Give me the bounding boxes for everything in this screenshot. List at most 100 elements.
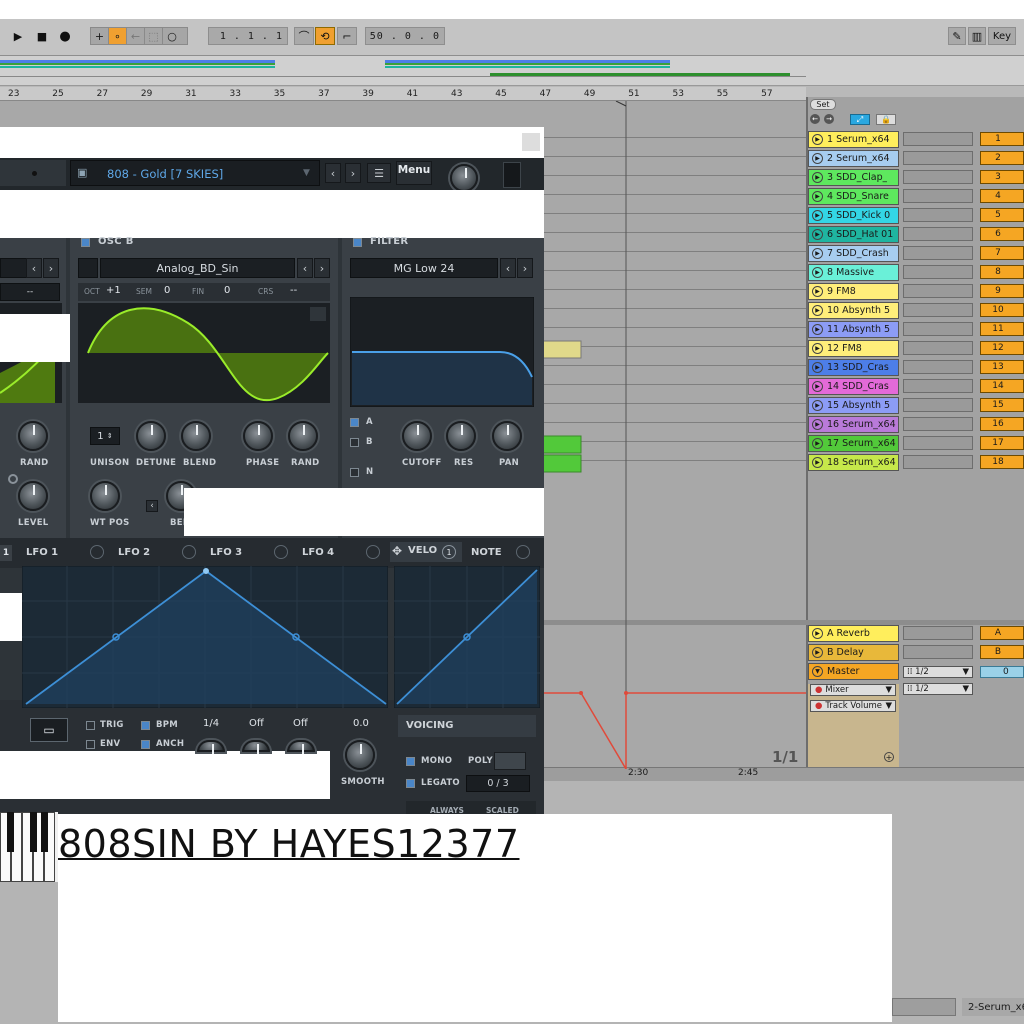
- track-io-slot[interactable]: [903, 227, 973, 241]
- track-play-icon[interactable]: ▶: [812, 305, 823, 316]
- track-activator[interactable]: 9: [980, 284, 1024, 298]
- master-output-chooser[interactable]: ⁞⁞ 1/2 ▼: [903, 666, 973, 678]
- tab-lfo-2[interactable]: LFO 2: [118, 542, 150, 562]
- black-key[interactable]: [30, 812, 37, 852]
- track-activator[interactable]: 1: [980, 132, 1024, 146]
- osc-a-level-knob[interactable]: [18, 481, 48, 511]
- track-activator[interactable]: 4: [980, 189, 1024, 203]
- master-fold-icon[interactable]: ▼: [812, 666, 823, 677]
- filter-enable-toggle[interactable]: [353, 238, 362, 247]
- nav-right-icon[interactable]: →: [824, 114, 834, 124]
- lfo-2-drag-icon[interactable]: [182, 545, 196, 559]
- legato-checkbox[interactable]: [406, 779, 415, 788]
- track-io-slot[interactable]: [903, 284, 973, 298]
- track-io-slot[interactable]: [903, 322, 973, 336]
- voice-count-field[interactable]: 0 / 3: [466, 775, 530, 792]
- lock-icon[interactable]: 🔒: [876, 114, 896, 125]
- osc-b-menu-field[interactable]: [78, 258, 98, 278]
- track-play-icon[interactable]: ▶: [812, 286, 823, 297]
- wt-pos-knob[interactable]: [90, 481, 120, 511]
- menu-button[interactable]: Menu: [396, 161, 432, 185]
- track-io-slot[interactable]: [903, 417, 973, 431]
- track-header[interactable]: ▶ 16 Serum_x64: [808, 416, 899, 433]
- cue-output-chooser[interactable]: ⁞⁞ 1/2 ▼: [903, 683, 973, 695]
- track-play-icon[interactable]: ▶: [812, 153, 823, 164]
- track-activator[interactable]: 18: [980, 455, 1024, 469]
- bpm-checkbox[interactable]: [141, 721, 150, 730]
- osc-b-waveform-display[interactable]: [78, 303, 330, 403]
- stop-icon[interactable]: ■: [34, 27, 50, 45]
- osc-b-enable-toggle[interactable]: [81, 238, 90, 247]
- preset-dropdown-icon[interactable]: ▼: [303, 168, 310, 178]
- track-io-slot[interactable]: [903, 398, 973, 412]
- preset-name[interactable]: 808 - Gold [7 SKIES]: [107, 167, 223, 181]
- osc-b-rand-knob[interactable]: [288, 421, 318, 451]
- warp-prev-icon[interactable]: ‹: [146, 500, 158, 512]
- move-icon[interactable]: ✥: [392, 544, 402, 558]
- osc-a-wave-display[interactable]: [0, 258, 28, 278]
- save-preset-icon[interactable]: ▣: [77, 166, 87, 179]
- track-play-icon[interactable]: ▶: [812, 438, 823, 449]
- track-io-slot[interactable]: [903, 645, 973, 659]
- filter-route-n-checkbox[interactable]: [350, 468, 359, 477]
- track-io-slot[interactable]: [903, 341, 973, 355]
- loop-length-field[interactable]: 50 . 0 . 0: [365, 27, 445, 45]
- osc-a-coarse-field[interactable]: --: [0, 283, 60, 301]
- velocity-curve-graph[interactable]: [394, 566, 540, 708]
- track-io-slot[interactable]: [903, 170, 973, 184]
- return-track-header[interactable]: ▶ A Reverb: [808, 625, 899, 642]
- track-header[interactable]: ▶ 17 Serum_x64: [808, 435, 899, 452]
- black-key[interactable]: [7, 812, 14, 852]
- arrangement-canvas[interactable]: [540, 101, 806, 769]
- tab-velo[interactable]: ✥ VELO 1: [390, 542, 462, 562]
- arrangement-overview[interactable]: [0, 56, 1024, 86]
- track-header[interactable]: ▶ 15 Absynth 5: [808, 397, 899, 414]
- rate-value[interactable]: 1/4: [203, 718, 219, 729]
- filter-response-display[interactable]: [350, 297, 534, 407]
- preset-next-icon[interactable]: ›: [345, 163, 361, 183]
- track-header[interactable]: ▶ 12 FM8: [808, 340, 899, 357]
- track-activator[interactable]: 3: [980, 170, 1024, 184]
- close-plugin-icon[interactable]: [522, 133, 540, 151]
- tab-lfo-1[interactable]: LFO 1: [26, 542, 58, 562]
- record-icon[interactable]: ●: [56, 27, 74, 45]
- plus-icon[interactable]: +: [91, 28, 109, 44]
- track-header[interactable]: ▶ 10 Absynth 5: [808, 302, 899, 319]
- track-activator[interactable]: 8: [980, 265, 1024, 279]
- track-activator[interactable]: 5: [980, 208, 1024, 222]
- track-activator[interactable]: B: [980, 645, 1024, 659]
- track-activator[interactable]: 17: [980, 436, 1024, 450]
- mono-checkbox[interactable]: [406, 757, 415, 766]
- track-play-icon[interactable]: ▶: [812, 362, 823, 373]
- track-play-icon[interactable]: ▶: [812, 457, 823, 468]
- filter-type-field[interactable]: MG Low 24: [350, 258, 498, 278]
- filter-prev-icon[interactable]: ‹: [500, 258, 516, 278]
- lfo-folder-icon[interactable]: ▭: [30, 718, 68, 742]
- track-io-slot[interactable]: [903, 246, 973, 260]
- filter-next-icon[interactable]: ›: [517, 258, 533, 278]
- cutoff-knob[interactable]: [402, 421, 432, 451]
- master-volume-knob[interactable]: [450, 164, 478, 192]
- track-play-icon[interactable]: ▶: [812, 419, 823, 430]
- track-play-icon[interactable]: ▶: [812, 400, 823, 411]
- track-header[interactable]: ▶ 11 Absynth 5: [808, 321, 899, 338]
- track-header[interactable]: ▶ 1 Serum_x64: [808, 131, 899, 148]
- smooth-value[interactable]: 0.0: [353, 718, 369, 729]
- song-position-field[interactable]: 1 . 1 . 1: [208, 27, 288, 45]
- anch-checkbox[interactable]: [141, 740, 150, 749]
- track-header[interactable]: ▶ 5 SDD_Kick 0: [808, 207, 899, 224]
- track-header[interactable]: ▶ 8 Massive: [808, 264, 899, 281]
- detail-scroll-field[interactable]: [892, 998, 956, 1016]
- track-io-slot[interactable]: [903, 151, 973, 165]
- detune-knob[interactable]: [136, 421, 166, 451]
- osc-a-rand-knob[interactable]: [18, 421, 48, 451]
- track-io-slot[interactable]: [903, 436, 973, 450]
- return-track-header[interactable]: ▶ B Delay: [808, 644, 899, 661]
- track-activator[interactable]: 16: [980, 417, 1024, 431]
- track-play-icon[interactable]: ▶: [812, 628, 823, 639]
- track-header[interactable]: ▶ 3 SDD_Clap_: [808, 169, 899, 186]
- tab-lfo-4[interactable]: LFO 4: [302, 542, 334, 562]
- capture-icon[interactable]: ⬚: [145, 28, 163, 44]
- black-key[interactable]: [41, 812, 48, 852]
- sem-value[interactable]: 0: [164, 285, 170, 296]
